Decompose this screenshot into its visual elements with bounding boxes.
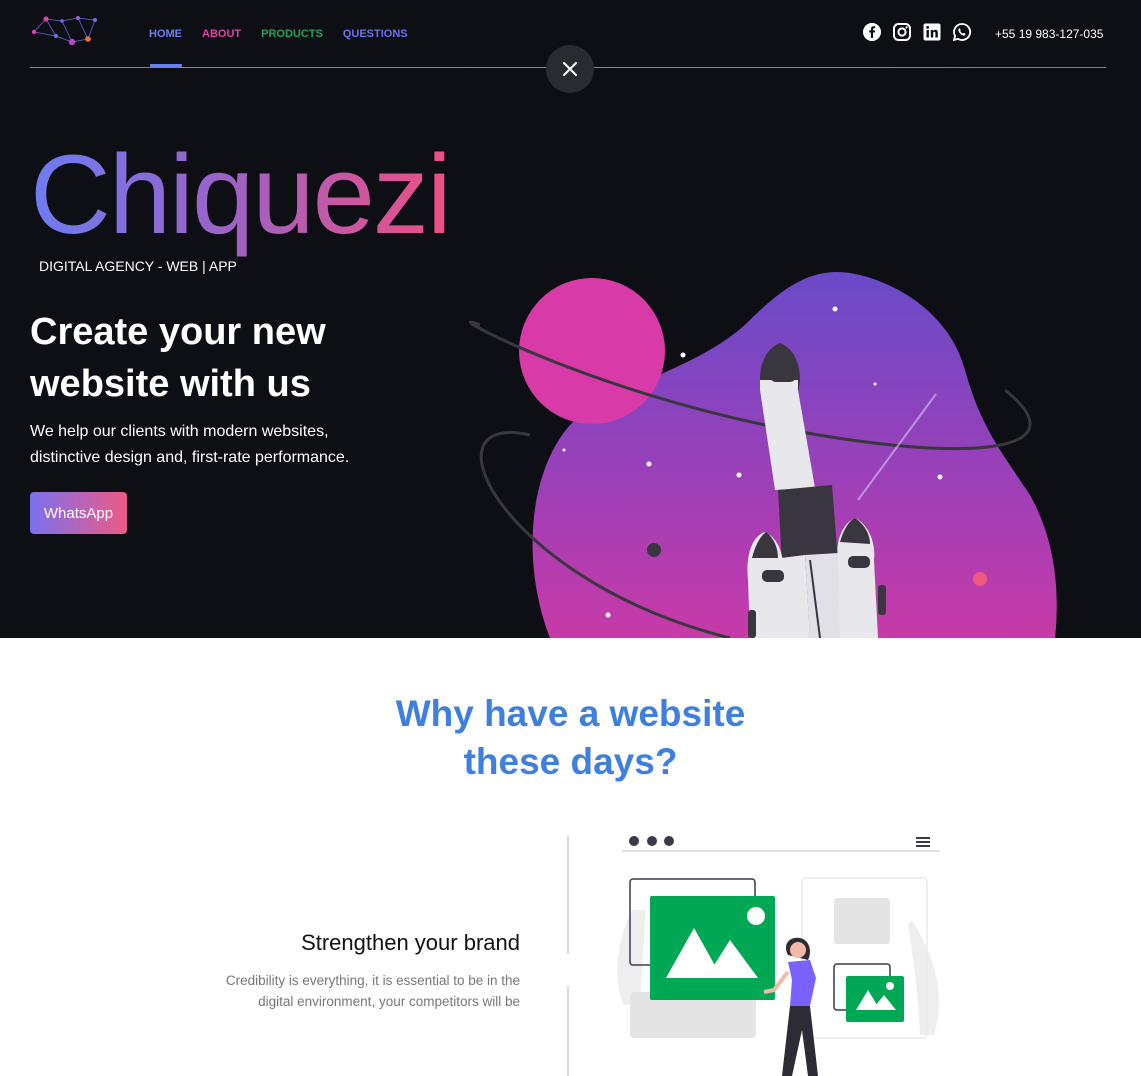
section-title-line1: Why have a website bbox=[395, 693, 746, 734]
timeline-line-top bbox=[567, 836, 569, 954]
feature-description: Credibility is everything, it is essenti… bbox=[180, 970, 520, 1012]
brand-title: Chiquezi bbox=[30, 130, 452, 260]
rocket-illustration bbox=[468, 272, 1057, 638]
nav-products-link[interactable]: PRODUCTS bbox=[261, 27, 323, 41]
social-links bbox=[862, 22, 972, 42]
section-title-line2: these days? bbox=[463, 741, 678, 782]
close-button[interactable] bbox=[546, 45, 594, 93]
timeline-line-bottom bbox=[567, 986, 569, 1076]
hero-headline: Create your new website with us bbox=[30, 311, 326, 405]
nav-questions-link[interactable]: QUESTIONS bbox=[343, 27, 408, 41]
brand-tagline: DIGITAL AGENCY - WEB | APP bbox=[39, 258, 237, 274]
feature-text-line2: digital environment, your competitors wi… bbox=[258, 994, 520, 1009]
section-title: Why have a website these days? bbox=[0, 690, 1141, 786]
whatsapp-icon[interactable] bbox=[952, 22, 972, 42]
hero-subtext: We help our clients with modern websites… bbox=[30, 423, 350, 466]
instagram-icon[interactable] bbox=[892, 22, 912, 42]
main-nav: HOME ABOUT PRODUCTS QUESTIONS bbox=[149, 27, 408, 41]
phone-number[interactable]: +55 19 983-127-035 bbox=[995, 27, 1103, 41]
nav-about-link[interactable]: ABOUT bbox=[202, 27, 241, 41]
hero-section: HOME ABOUT PRODUCTS QUESTIONS +55 19 983… bbox=[0, 0, 1141, 638]
facebook-icon[interactable] bbox=[862, 22, 882, 42]
linkedin-icon[interactable] bbox=[922, 22, 942, 42]
logo-icon[interactable] bbox=[28, 12, 100, 50]
nav-home-link[interactable]: HOME bbox=[149, 27, 182, 41]
close-icon bbox=[563, 62, 577, 76]
whatsapp-button[interactable]: WhatsApp bbox=[30, 492, 127, 534]
feature-title: Strengthen your brand bbox=[301, 930, 520, 955]
website-illustration bbox=[617, 836, 940, 1076]
feature-text-line1: Credibility is everything, it is essenti… bbox=[225, 973, 520, 988]
